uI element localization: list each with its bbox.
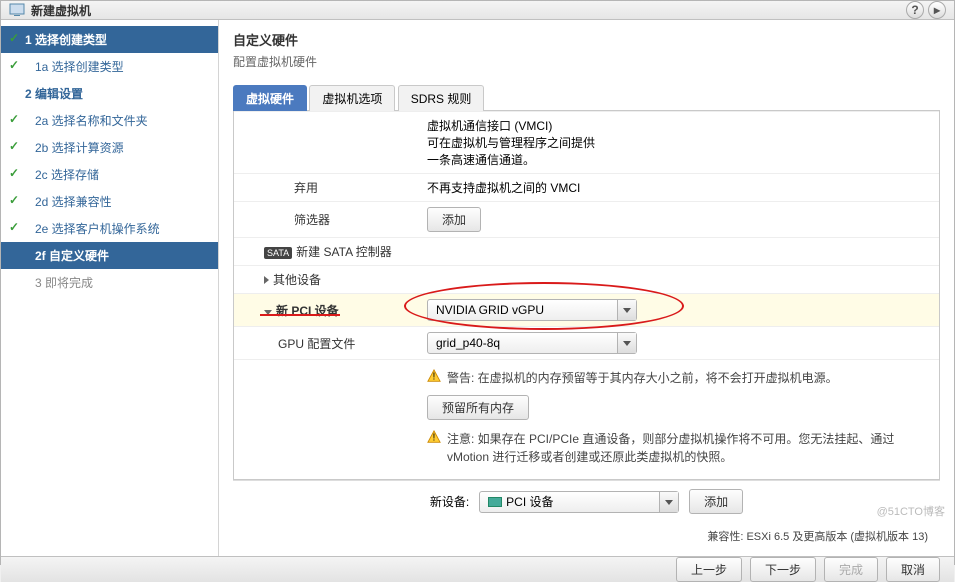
text-deprecated: 不再支持虚拟机之间的 VMCI [419,173,939,201]
reserve-memory-button[interactable]: 预留所有内存 [427,395,529,420]
warning-icon: ! [427,369,441,383]
sata-badge: SATA [264,247,292,259]
new-device-label: 新设备: [430,493,469,510]
main-panel: 自定义硬件 配置虚拟机硬件 虚拟硬件 虚拟机选项 SDRS 规则 虚拟机通信接口… [219,20,954,556]
step-2b[interactable]: 2b 选择计算资源 [1,134,218,161]
label-sata: SATA新建 SATA 控制器 [234,237,419,265]
svg-text:!: ! [433,371,436,383]
pci-icon [488,497,502,507]
step-2f[interactable]: 2f 自定义硬件 [1,242,218,269]
chevron-down-icon [623,308,631,313]
collapse-icon [264,310,272,315]
step-1[interactable]: 1 选择创建类型 [1,26,218,53]
vmci-title: 虚拟机通信接口 (VMCI) [427,117,931,134]
step-3: 3 即将完成 [1,269,218,296]
chevron-down-icon [665,500,673,505]
warning-passthrough: 注意: 如果存在 PCI/PCIe 直通设备，则部分虚拟机操作将不可用。您无法挂… [447,430,931,466]
label-gpu-profile: GPU 配置文件 [234,326,419,359]
dialog-title: 新建虚拟机 [31,2,906,19]
label-pci-device[interactable]: 新 PCI 设备 [234,293,419,326]
step-2e[interactable]: 2e 选择客户机操作系统 [1,215,218,242]
page-subtitle: 配置虚拟机硬件 [233,53,940,70]
vmci-desc-1: 可在虚拟机与管理程序之间提供 [427,134,931,151]
filter-add-button[interactable]: 添加 [427,207,481,232]
next-button[interactable]: 下一步 [750,557,816,582]
new-device-select[interactable]: PCI 设备 [479,491,679,513]
tabs: 虚拟硬件 虚拟机选项 SDRS 规则 [233,84,940,111]
step-2a[interactable]: 2a 选择名称和文件夹 [1,107,218,134]
label-deprecated: 弃用 [234,173,419,201]
new-device-bar: 新设备: PCI 设备 添加 [233,480,940,522]
new-vm-dialog: 新建虚拟机 ? ▸ 1 选择创建类型 1a 选择创建类型 2 编辑设置 2a 选… [0,0,955,565]
compatibility-text: 兼容性: ESXi 6.5 及更高版本 (虚拟机版本 13) [233,522,940,556]
expand-icon [264,276,269,284]
gpu-profile-select[interactable]: grid_p40-8q [427,332,637,354]
page-title: 自定义硬件 [233,30,940,49]
new-device-add-button[interactable]: 添加 [689,489,743,514]
tab-sdrs[interactable]: SDRS 规则 [398,85,485,111]
close-button[interactable]: ▸ [928,1,946,19]
vmci-desc-2: 一条高速通信通道。 [427,151,931,168]
back-button[interactable]: 上一步 [676,557,742,582]
tab-hardware[interactable]: 虚拟硬件 [233,85,307,111]
step-1a[interactable]: 1a 选择创建类型 [1,53,218,80]
step-2[interactable]: 2 编辑设置 [1,80,218,107]
warning-icon: ! [427,430,441,444]
wizard-footer: 上一步 下一步 完成 取消 [1,556,954,582]
label-other-devices[interactable]: 其他设备 [234,265,419,293]
pci-device-select[interactable]: NVIDIA GRID vGPU [427,299,637,321]
step-2c[interactable]: 2c 选择存储 [1,161,218,188]
tab-options[interactable]: 虚拟机选项 [309,85,395,111]
finish-button: 完成 [824,557,878,582]
vm-icon [9,2,25,18]
hardware-scroll[interactable]: 虚拟机通信接口 (VMCI) 可在虚拟机与管理程序之间提供 一条高速通信通道。 … [233,111,940,480]
titlebar: 新建虚拟机 ? ▸ [1,1,954,20]
help-button[interactable]: ? [906,1,924,19]
cancel-button[interactable]: 取消 [886,557,940,582]
svg-text:!: ! [433,432,436,444]
step-2d[interactable]: 2d 选择兼容性 [1,188,218,215]
chevron-down-icon [623,341,631,346]
warning-power: 警告: 在虚拟机的内存预留等于其内存大小之前，将不会打开虚拟机电源。 [447,369,838,387]
wizard-sidebar: 1 选择创建类型 1a 选择创建类型 2 编辑设置 2a 选择名称和文件夹 2b… [1,20,219,556]
label-filter: 筛选器 [234,201,419,237]
